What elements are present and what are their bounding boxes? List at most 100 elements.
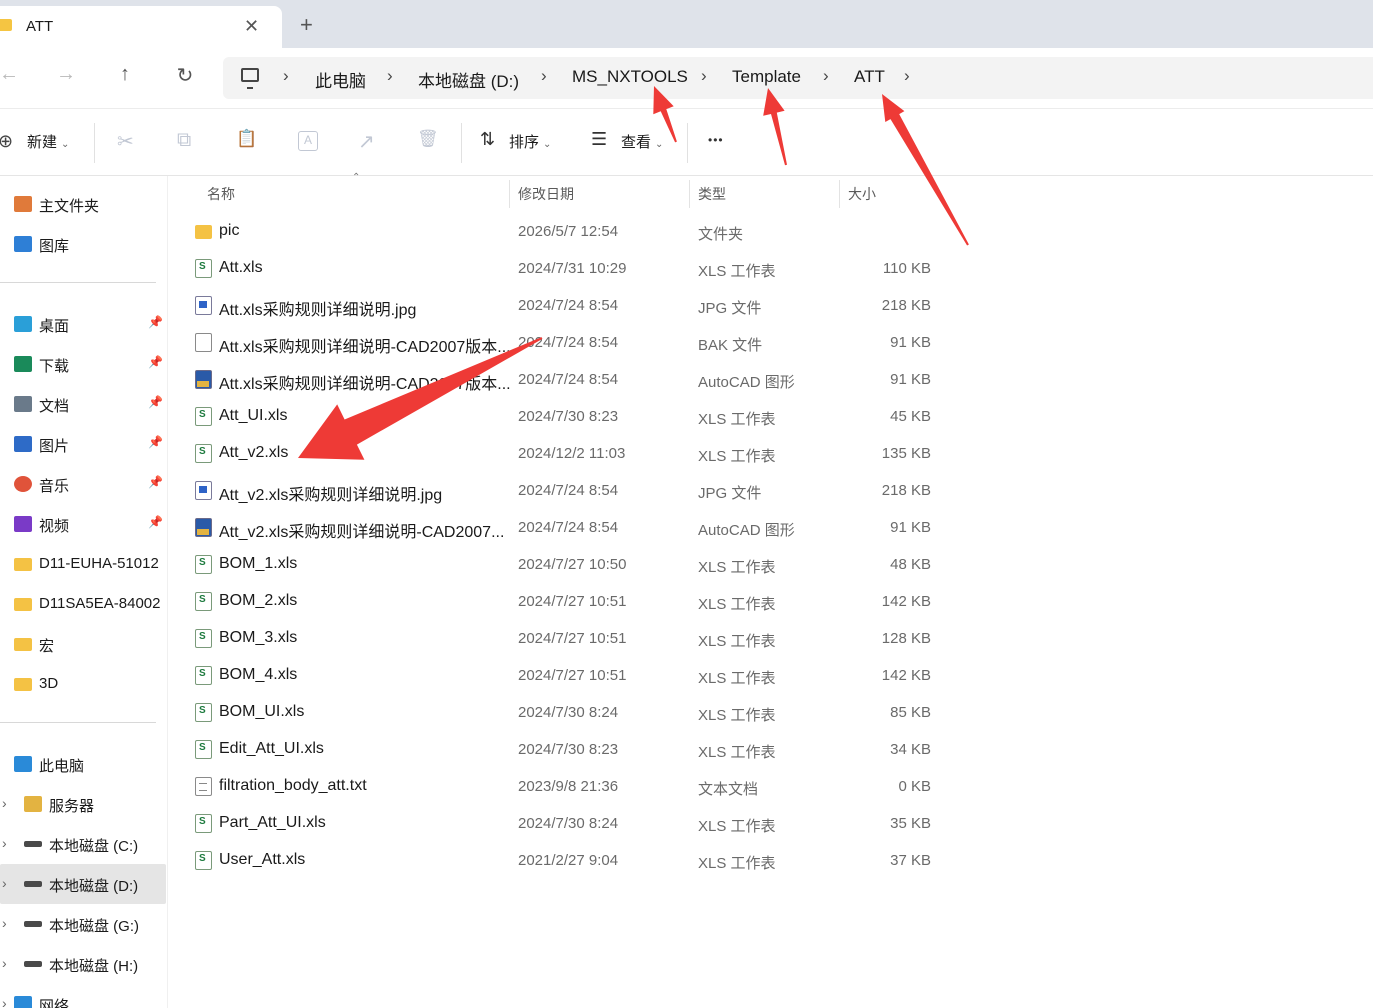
sidebar-item-pictures[interactable]: 图片 📌 (0, 426, 166, 462)
file-row[interactable]: Att.xls采购规则详细说明-CAD2007版本... 2024/7/24 8:… (186, 361, 946, 398)
sort-icon[interactable]: ⇅ (480, 129, 495, 150)
chevron-right-icon[interactable]: › (2, 835, 7, 851)
chevron-right-icon[interactable]: › (2, 875, 7, 891)
sidebar-item-this-pc[interactable]: 此电脑 (0, 746, 166, 782)
file-row[interactable]: Att_v2.xls 2024/12/2 11:03 XLS 工作表 135 KB (186, 435, 946, 472)
sidebar-item-drive-h[interactable]: › 本地磁盘 (H:) (0, 946, 166, 982)
pin-icon[interactable]: 📌 (148, 475, 163, 489)
refresh-icon[interactable]: ↻ (170, 63, 200, 88)
file-date: 2023/9/8 21:36 (518, 778, 619, 795)
breadcrumb[interactable]: › 此电脑 › 本地磁盘 (D:) › MS_NXTOOLS › Templat… (223, 57, 1373, 99)
pin-icon[interactable]: 📌 (148, 515, 163, 529)
breadcrumb-template[interactable]: Template (732, 67, 801, 87)
column-header-type[interactable]: 类型 (698, 184, 726, 204)
sidebar-item-drive-g[interactable]: › 本地磁盘 (G:) (0, 906, 166, 942)
rename-icon[interactable]: A (298, 131, 318, 151)
xls-file-icon (195, 555, 212, 574)
sidebar-item-music[interactable]: 音乐 📌 (0, 466, 166, 502)
sidebar-item-videos[interactable]: 视频 📌 (0, 506, 166, 542)
chevron-right-icon[interactable]: › (2, 795, 7, 811)
xls-file-icon (195, 851, 212, 870)
plus-circle-icon[interactable]: ⊕ (0, 131, 13, 152)
file-row[interactable]: User_Att.xls 2021/2/27 9:04 XLS 工作表 37 KB (186, 842, 946, 879)
view-icon[interactable]: ☰ (591, 129, 607, 150)
breadcrumb-att[interactable]: ATT (854, 67, 885, 87)
sidebar-item-folder[interactable]: D11SA5EA-84002 (0, 586, 166, 622)
file-row[interactable]: filtration_body_att.txt 2023/9/8 21:36 文本文… (186, 768, 946, 805)
chevron-right-icon[interactable]: › (2, 915, 7, 931)
file-row[interactable]: pic 2026/5/7 12:54 文件夹 (186, 213, 946, 250)
pin-icon[interactable]: 📌 (148, 355, 163, 369)
column-divider[interactable] (509, 180, 510, 208)
paste-icon[interactable]: 📋 (236, 129, 257, 149)
file-row[interactable]: Att_v2.xls采购规则详细说明.jpg 2024/7/24 8:54 JPG … (186, 472, 946, 509)
file-row[interactable]: Att.xls采购规则详细说明-CAD2007版本... 2024/7/24 8:… (186, 324, 946, 361)
back-arrow-icon[interactable]: ← (0, 63, 24, 86)
file-size: 91 KB (890, 334, 931, 351)
cut-icon[interactable]: ✂ (117, 129, 134, 154)
chevron-right-icon[interactable]: › (387, 66, 393, 86)
chevron-right-icon[interactable]: › (2, 995, 7, 1008)
sidebar-item-drive-c[interactable]: › 本地磁盘 (C:) (0, 826, 166, 862)
column-header-size[interactable]: 大小 (848, 184, 876, 204)
pin-icon[interactable]: 📌 (148, 435, 163, 449)
sidebar-item-folder[interactable]: 宏 (0, 626, 166, 662)
forward-arrow-icon[interactable]: → (51, 63, 81, 86)
pin-icon[interactable]: 📌 (148, 315, 163, 329)
file-row[interactable]: Edit_Att_UI.xls 2024/7/30 8:23 XLS 工作表 34 K… (186, 731, 946, 768)
file-row[interactable]: Att_v2.xls采购规则详细说明-CAD2007... 2024/7/24 8… (186, 509, 946, 546)
sidebar-item-gallery[interactable]: 图库 (0, 226, 166, 262)
sidebar-item-downloads[interactable]: 下载 📌 (0, 346, 166, 382)
breadcrumb-drive-d[interactable]: 本地磁盘 (D:) (418, 67, 519, 92)
file-name: BOM_3.xls (219, 629, 298, 646)
column-header-name[interactable]: 名称 (207, 184, 235, 204)
file-row[interactable]: Att.xls采购规则详细说明.jpg 2024/7/24 8:54 JPG 文件 2… (186, 287, 946, 324)
delete-icon[interactable]: 🗑 (417, 129, 439, 149)
chevron-right-icon[interactable]: › (904, 66, 910, 86)
column-divider[interactable] (689, 180, 690, 208)
sidebar-item-folder[interactable]: D11-EUHA-51012 (0, 546, 166, 582)
sidebar-item-desktop[interactable]: 桌面 📌 (0, 306, 166, 342)
sidebar-item-server[interactable]: › 服务器 (0, 786, 166, 822)
chevron-right-icon[interactable]: › (283, 66, 289, 86)
up-arrow-icon[interactable]: ↑ (110, 63, 140, 86)
file-row[interactable]: BOM_UI.xls 2024/7/30 8:24 XLS 工作表 85 KB (186, 694, 946, 731)
sidebar-item-label: D11-EUHA-51012 (39, 555, 159, 572)
sidebar-item-network[interactable]: › 网络 (0, 986, 166, 1008)
toolbar-divider (461, 123, 462, 163)
share-icon[interactable]: ↗ (358, 129, 375, 154)
breadcrumb-ms-nxtools[interactable]: MS_NXTOOLS (572, 67, 688, 87)
column-header-date[interactable]: 修改日期 (518, 184, 574, 204)
new-button[interactable]: 新建 ⌄ (27, 131, 69, 152)
close-icon[interactable]: ✕ (244, 16, 259, 37)
sidebar-item-home[interactable]: 主文件夹 (0, 186, 166, 222)
copy-icon[interactable]: ⧉ (177, 129, 191, 152)
sidebar-item-label: 此电脑 (39, 758, 85, 775)
sidebar-item-documents[interactable]: 文档 📌 (0, 386, 166, 422)
sidebar-item-drive-d[interactable]: › 本地磁盘 (D:) (0, 864, 166, 904)
sort-button[interactable]: 排序 ⌄ (509, 131, 551, 152)
chevron-right-icon[interactable]: › (823, 66, 829, 86)
file-row[interactable]: BOM_4.xls 2024/7/27 10:51 XLS 工作表 142 KB (186, 657, 946, 694)
file-row[interactable]: Part_Att_UI.xls 2024/7/30 8:24 XLS 工作表 35 K… (186, 805, 946, 842)
more-options-icon[interactable]: ••• (708, 133, 724, 147)
tab-att[interactable]: ATT ✕ (0, 6, 282, 48)
file-row[interactable]: Att_UI.xls 2024/7/30 8:23 XLS 工作表 45 KB (186, 398, 946, 435)
column-divider[interactable] (839, 180, 840, 208)
view-button[interactable]: 查看 ⌄ (621, 131, 663, 152)
xls-file-icon (195, 592, 212, 611)
file-row[interactable]: Att.xls 2024/7/31 10:29 XLS 工作表 110 KB (186, 250, 946, 287)
chevron-right-icon[interactable]: › (2, 955, 7, 971)
chevron-right-icon[interactable]: › (541, 66, 547, 86)
computer-icon[interactable] (241, 68, 259, 89)
folder-file-icon (195, 225, 212, 239)
pin-icon[interactable]: 📌 (148, 395, 163, 409)
file-row[interactable]: BOM_2.xls 2024/7/27 10:51 XLS 工作表 142 KB (186, 583, 946, 620)
breadcrumb-this-pc[interactable]: 此电脑 (315, 67, 366, 92)
folder-icon (14, 598, 32, 611)
file-row[interactable]: BOM_1.xls 2024/7/27 10:50 XLS 工作表 48 KB (186, 546, 946, 583)
file-row[interactable]: BOM_3.xls 2024/7/27 10:51 XLS 工作表 128 KB (186, 620, 946, 657)
sidebar-item-folder[interactable]: 3D (0, 666, 166, 702)
plus-icon[interactable]: + (300, 14, 313, 36)
chevron-right-icon[interactable]: › (701, 66, 707, 86)
